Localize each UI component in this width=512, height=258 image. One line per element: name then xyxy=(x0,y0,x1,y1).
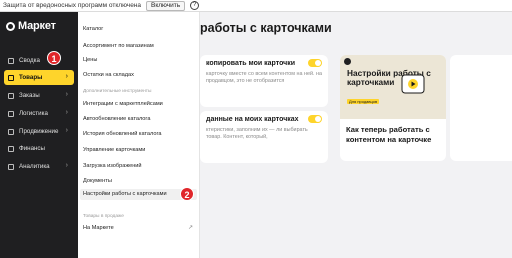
next-card-partial xyxy=(450,55,512,161)
sidebar-item-label: Аналитика xyxy=(19,163,50,170)
security-notification-bar: Защита от вредоносных программ отключена… xyxy=(0,0,512,12)
chevron-right-icon: › xyxy=(65,73,68,80)
card-data-setting-card: данные на моих карточках ктеристики, зап… xyxy=(200,111,328,163)
sidebar-item-label: Продвижение xyxy=(19,128,59,135)
wallet-icon xyxy=(8,145,14,152)
card-data-toggle[interactable] xyxy=(308,115,322,123)
submenu-item-image-upload[interactable]: Загрузка изображений xyxy=(83,163,142,169)
sidebar-item-label: Логистика xyxy=(19,110,48,117)
copy-cards-setting-card: копировать мои карточки карточку вместе … xyxy=(200,55,328,107)
other-section-caption: Товары в продаже xyxy=(83,214,124,219)
submenu-item-update-history[interactable]: История обновлений каталога xyxy=(83,131,162,137)
submenu-item-stocks[interactable]: Остатки на складах xyxy=(83,72,134,78)
external-link-icon: ↗ xyxy=(188,225,194,231)
submenu-item-integrations[interactable]: Интеграции с маркетплейсами xyxy=(83,101,163,107)
sidebar: Маркет Сводка Товары › Заказы › Логистик… xyxy=(0,12,78,258)
step-marker-1: 1 xyxy=(47,51,61,65)
sidebar-item-label: Товары xyxy=(19,74,43,81)
sidebar-item-orders[interactable]: Заказы › xyxy=(4,88,74,103)
megaphone-icon xyxy=(8,128,14,135)
sidebar-item-promotion[interactable]: Продвижение › xyxy=(4,124,74,139)
main-content: работы с карточками копировать мои карто… xyxy=(200,12,512,258)
box-icon xyxy=(8,74,14,81)
help-icon[interactable]: ? xyxy=(190,1,200,10)
copy-cards-heading: копировать мои карточки xyxy=(206,60,296,67)
video-caption[interactable]: Как теперь работать с контентом на карто… xyxy=(346,125,442,144)
thumbnail-title: Настройки работы с карточками xyxy=(347,68,431,87)
market-logo-icon xyxy=(6,21,15,31)
play-icon xyxy=(401,74,425,94)
submenu-item-assortment[interactable]: Ассортимент по магазинам xyxy=(83,43,154,49)
video-thumbnail[interactable]: Настройки работы с карточками Для продав… xyxy=(340,55,446,119)
market-logo-icon xyxy=(344,58,351,65)
security-warning-text: Защита от вредоносных программ отключена xyxy=(3,2,142,9)
sidebar-item-label: Заказы xyxy=(19,92,40,99)
step-marker-2: 2 xyxy=(180,187,194,201)
submenu-item-on-market[interactable]: На Маркете xyxy=(83,225,114,231)
thumbnail-badge: Для продавцов xyxy=(347,99,380,104)
cart-icon xyxy=(8,92,14,99)
chevron-right-icon: › xyxy=(65,109,68,116)
tools-section-caption: Дополнительные инструменты xyxy=(83,89,152,94)
page-title: работы с карточками xyxy=(200,21,332,35)
sidebar-item-analytics[interactable]: Аналитика › xyxy=(4,159,74,174)
submenu-item-card-management[interactable]: Управление карточками xyxy=(83,147,145,153)
sidebar-item-logistics[interactable]: Логистика › xyxy=(4,106,74,121)
chevron-right-icon: › xyxy=(65,162,68,169)
video-card[interactable]: Настройки работы с карточками Для продав… xyxy=(340,55,446,161)
chevron-right-icon: › xyxy=(65,127,68,134)
submenu-item-auto-update[interactable]: Автообновление каталога xyxy=(83,116,150,122)
submenu-item-catalog[interactable]: Каталог xyxy=(83,26,103,32)
enable-protection-button[interactable]: Включить xyxy=(146,0,186,11)
sidebar-item-summary[interactable]: Сводка xyxy=(4,53,74,68)
sidebar-item-label: Сводка xyxy=(19,57,40,64)
logo-text: Маркет xyxy=(18,20,56,32)
card-data-description: ктеристики, заполним их — ли выбирать то… xyxy=(206,127,308,140)
chevron-right-icon: › xyxy=(65,91,68,98)
goods-submenu: Каталог Ассортимент по магазинам Цены Ос… xyxy=(78,12,200,258)
truck-icon xyxy=(8,110,14,117)
copy-cards-description: карточку вместе со всем контентом на ней… xyxy=(206,71,322,84)
sidebar-item-finance[interactable]: Финансы xyxy=(4,141,74,156)
logo[interactable]: Маркет xyxy=(6,20,56,32)
sidebar-item-goods[interactable]: Товары › xyxy=(4,70,74,85)
sidebar-item-label: Финансы xyxy=(19,145,45,152)
submenu-item-prices[interactable]: Цены xyxy=(83,57,97,63)
home-icon xyxy=(8,57,14,64)
chart-icon xyxy=(8,163,14,170)
submenu-item-documents[interactable]: Документы xyxy=(83,178,112,184)
card-data-heading: данные на моих карточках xyxy=(206,116,299,123)
copy-cards-toggle[interactable] xyxy=(308,59,322,67)
